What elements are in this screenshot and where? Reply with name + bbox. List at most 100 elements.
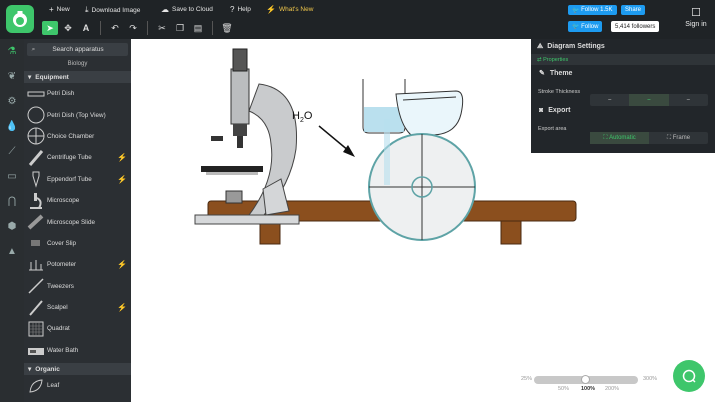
chat-bubble-icon [682, 369, 696, 383]
medium-stroke-option[interactable]: ⌣ [629, 94, 669, 106]
paste-icon[interactable]: ▤ [190, 21, 206, 35]
followers-count: 5,414 followers [611, 21, 660, 32]
flask[interactable] [395, 90, 464, 136]
twitter-follow-button[interactable]: 🐦 Follow 1.5K [568, 5, 617, 15]
leaf-icon [26, 377, 46, 395]
user-icon: ☐ [691, 7, 701, 19]
microscope-slide-icon [26, 213, 46, 231]
list-item[interactable]: Quadrat [24, 318, 131, 339]
search-input[interactable]: ⌕ Search apparatus [27, 43, 128, 56]
top-bar: + New ⤓ Download Image ☁ Save to Cloud ? Hel… [0, 0, 715, 39]
frame-option[interactable]: ⛶ Frame [649, 132, 708, 144]
shapes-icon[interactable]: ▲ [0, 239, 24, 264]
diagram-settings-panel: ⟁ Diagram Settings ⇄ Properties ✎ Theme St… [531, 39, 715, 153]
bird-icon: 🐦 [572, 7, 582, 14]
petri-dish-top-icon [26, 106, 46, 124]
list-item[interactable]: Microscope Slide [24, 211, 131, 232]
follow-button[interactable]: 🐦 Follow [568, 21, 603, 32]
list-item[interactable]: Potometer ⚡ [24, 254, 131, 275]
thick-stroke-option[interactable]: ⌣ [669, 94, 708, 106]
group-organic[interactable]: ▾ Organic [24, 363, 131, 376]
divider [100, 21, 101, 35]
h2o-label[interactable]: H2O [292, 110, 313, 124]
category-rail: ⚗ ❦ ⚙ 💧 ⟋ ▭ ⋂ ⬢ ▲ [0, 39, 24, 402]
search-icon: ⌕ [31, 45, 36, 53]
stroke-thickness-selector: ⌣ ⌣ ⌣ [590, 94, 708, 106]
bird-icon: 🐦 [572, 24, 582, 30]
petri-dish-icon [26, 85, 46, 103]
download-image-button[interactable]: ⤓ Download Image [85, 5, 140, 15]
divider [212, 21, 213, 35]
theme-section: ✎ Theme [539, 69, 573, 78]
arrow[interactable] [318, 125, 355, 157]
redo-icon[interactable]: ↷ [125, 21, 141, 35]
help-button[interactable]: ? Help [230, 5, 251, 14]
premium-lightning-icon: ⚡ [117, 174, 127, 184]
whats-new-button[interactable]: ⚡ What's New [266, 5, 313, 14]
scalpel-icon [26, 299, 46, 317]
microscope[interactable] [194, 48, 300, 225]
list-item[interactable]: Cover Slip [24, 233, 131, 254]
drop-icon[interactable]: 💧 [0, 114, 24, 139]
premium-lightning-icon: ⚡ [117, 260, 127, 270]
delete-icon[interactable]: 🗑 [219, 21, 235, 35]
list-item[interactable]: Choice Chamber [24, 126, 131, 147]
list-item[interactable]: Centrifuge Tube ⚡ [24, 147, 131, 168]
copy-icon[interactable]: ❐ [172, 21, 188, 35]
gear-icon[interactable]: ⚙ [0, 89, 24, 114]
share-button[interactable]: Share [621, 5, 646, 15]
group-equipment[interactable]: ▾ Equipment [24, 71, 131, 83]
save-to-cloud-button[interactable]: ☁ Save to Cloud [161, 5, 213, 14]
tab-properties[interactable]: ⇄ Properties [531, 54, 715, 65]
divider [147, 21, 148, 35]
select-tool-icon[interactable]: ➤ [42, 21, 58, 35]
list-item[interactable]: Petri Dish [24, 83, 131, 104]
help-icon: ? [230, 5, 235, 14]
tweezers-icon [26, 277, 46, 295]
move-tool-icon[interactable]: ✥ [60, 21, 76, 35]
category-title: Biology [67, 61, 88, 67]
centrifuge-tube-icon [26, 149, 46, 167]
cut-icon[interactable]: ✂ [154, 21, 170, 35]
apparatus-panel: ⌕ Search apparatus Biology ▾ Equipment Pe… [24, 39, 131, 402]
list-item[interactable]: Eppendorf Tube ⚡ [24, 169, 131, 190]
toolbar: ➤ ✥ A ↶ ↷ ✂ ❐ ▤ 🗑 [42, 21, 235, 35]
list-item[interactable]: Scalpel ⚡ [24, 297, 131, 318]
magnet-icon[interactable]: ⋂ [0, 189, 24, 214]
undo-icon[interactable]: ↶ [107, 21, 123, 35]
list-item[interactable]: Leaf [24, 375, 131, 396]
list-item[interactable]: Microscope [24, 190, 131, 211]
flask-icon[interactable]: ⚗ [0, 39, 24, 64]
list-item[interactable]: Water Bath [24, 340, 131, 361]
settings-icon: ⟁ [537, 42, 544, 50]
chevron-down-icon: ▾ [28, 74, 32, 81]
potometer-icon [26, 256, 46, 274]
choice-chamber[interactable] [368, 119, 476, 241]
text-tool-icon[interactable]: A [78, 21, 94, 35]
zoom-slider-handle[interactable] [581, 375, 590, 384]
test-tube-icon[interactable]: ⟋ [0, 139, 24, 164]
plus-icon: + [49, 5, 54, 14]
quadrat-icon [26, 320, 46, 338]
cube-icon[interactable]: ⬢ [0, 214, 24, 239]
premium-lightning-icon: ⚡ [117, 303, 127, 313]
new-button[interactable]: + New [49, 5, 70, 14]
list-item[interactable]: Petri Dish (Top View) [24, 104, 131, 125]
thin-stroke-option[interactable]: ⌣ [590, 94, 629, 106]
choice-chamber-icon [26, 127, 46, 145]
app-logo[interactable] [6, 5, 34, 33]
chat-button[interactable] [673, 360, 705, 392]
sign-in-button[interactable]: ☐ Sign in [681, 6, 711, 28]
list-item[interactable]: Tweezers [24, 276, 131, 297]
export-area-selector: ⛶ Automatic ⛶ Frame [590, 132, 708, 144]
automatic-option[interactable]: ⛶ Automatic [590, 132, 649, 144]
download-icon: ⤓ [85, 5, 89, 14]
leaf-icon[interactable]: ❦ [0, 64, 24, 89]
battery-icon[interactable]: ▭ [0, 164, 24, 189]
eppendorf-tube-icon [26, 170, 46, 188]
zoom-slider[interactable] [534, 375, 638, 384]
brush-icon: ✎ [539, 70, 545, 77]
lightning-icon: ⚡ [266, 5, 276, 14]
cloud-icon: ☁ [161, 5, 169, 14]
camera-icon: ◙ [539, 106, 544, 114]
